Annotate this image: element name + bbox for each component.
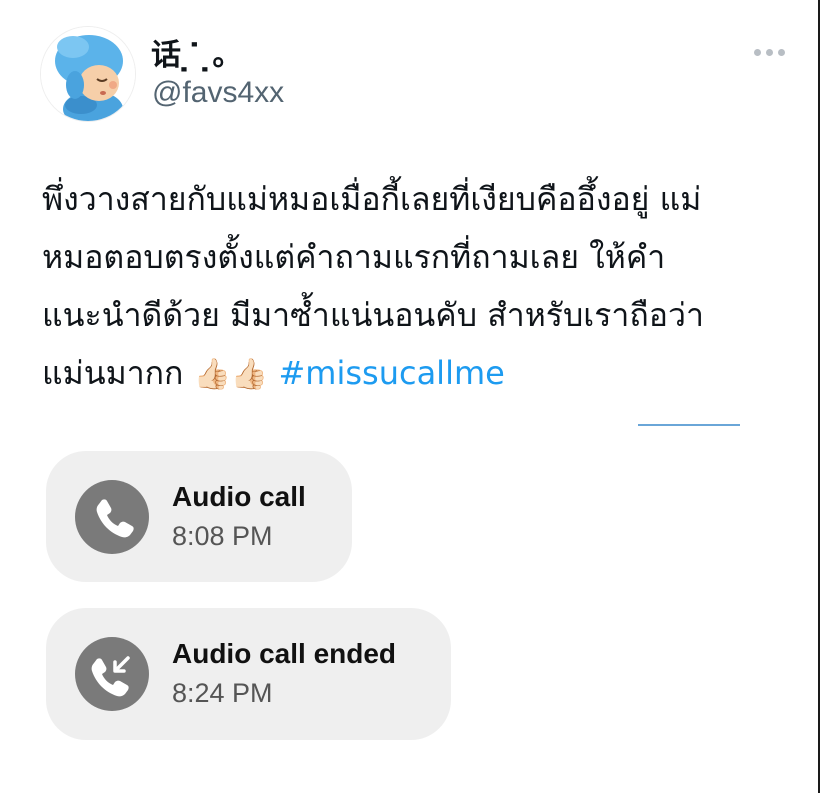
tweet-line: แนะนำดีด้วย มีมาซ้ำแน่นอนคับ สำหรับเราถื… [42, 296, 704, 334]
tweet-line: หมอตอบตรงตั้งแต่คำถามแรกที่ถามเลย ให้คำ [42, 238, 666, 276]
display-name[interactable]: 话 ̣ ̇ ̣。 [151, 30, 242, 74]
more-options-icon[interactable] [754, 46, 788, 58]
audio-call-card[interactable]: Audio call 8:08 PM [46, 451, 352, 582]
divider [638, 424, 740, 426]
tweet-line: แม่นมากก [42, 354, 184, 392]
avatar[interactable] [40, 26, 136, 122]
more-dot [778, 48, 785, 56]
avatar-character-icon [41, 27, 135, 121]
phone-incoming-icon [75, 637, 149, 711]
more-dot [754, 48, 761, 56]
more-dot [766, 48, 773, 56]
tweet-line: พึ่งวางสายกับแม่หมอเมื่อกี้เลยที่เงียบคื… [42, 180, 702, 218]
call-time: 8:08 PM [172, 521, 273, 551]
hashtag-link[interactable]: #missucallme [278, 354, 504, 392]
tweet-line-last: แม่นมากก 👍🏻👍🏻 #missucallme [42, 344, 782, 404]
thumbs-up-emoji-icon: 👍🏻👍🏻 [193, 357, 269, 392]
screen-edge [818, 0, 820, 793]
tweet-text: พึ่งวางสายกับแม่หมอเมื่อกี้เลยที่เงียบคื… [42, 170, 782, 404]
call-title: Audio call ended [172, 638, 397, 669]
user-handle[interactable]: @favs4xx [152, 76, 284, 110]
call-title: Audio call [172, 481, 306, 512]
call-time: 8:24 PM [172, 678, 273, 708]
phone-icon [75, 480, 149, 554]
tweet-screenshot: 话 ̣ ̇ ̣。 @favs4xx พึ่งวางสายกับแม่หมอเมื… [0, 0, 828, 793]
audio-call-ended-card[interactable]: Audio call ended 8:24 PM [46, 608, 451, 740]
